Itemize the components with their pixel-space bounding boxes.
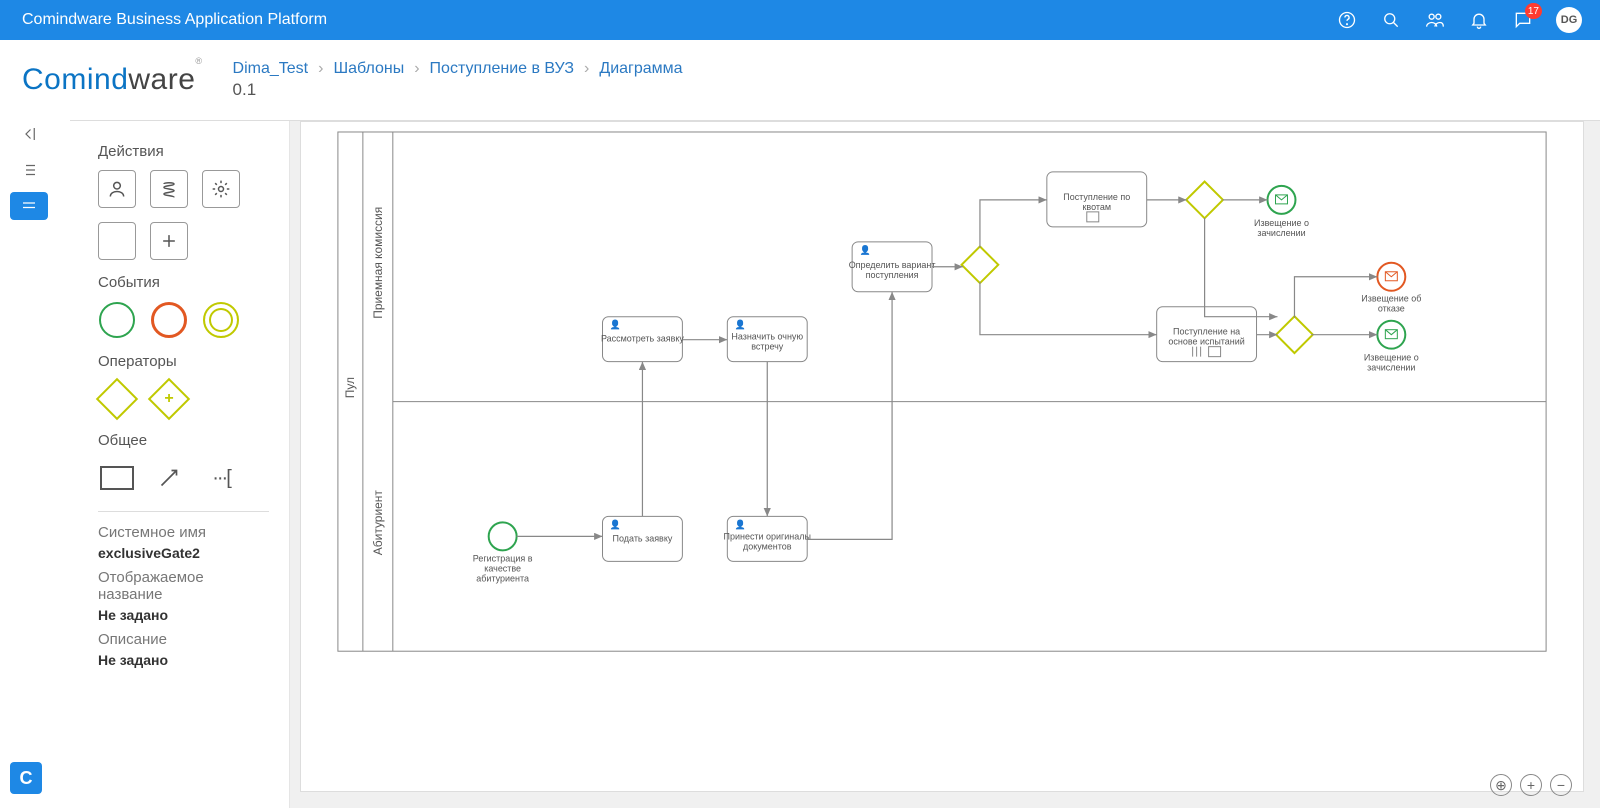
zoom-in-icon[interactable]: + — [1520, 774, 1542, 796]
workspace: Действия События Операторы + Общее ···[ — [70, 120, 1600, 808]
corner-logo-icon[interactable]: C — [10, 762, 42, 794]
palette-flow[interactable] — [150, 459, 188, 497]
messages-icon[interactable]: 17 — [1512, 9, 1534, 31]
crumb-3[interactable]: Поступление в ВУЗ — [430, 60, 574, 78]
left-rail — [10, 120, 48, 220]
svg-text:Поступление наоснове испытаний: Поступление наоснове испытаний — [1168, 327, 1244, 347]
notification-badge: 17 — [1525, 3, 1542, 19]
zoom-fit-icon[interactable]: ⊕ — [1490, 774, 1512, 796]
svg-text:Извещение озачислении: Извещение озачислении — [1254, 218, 1309, 238]
svg-text:👤: 👤 — [860, 244, 871, 255]
palette-exclusive-gateway[interactable] — [98, 380, 136, 418]
crumb-1[interactable]: Dima_Test — [233, 60, 309, 78]
prop-system-name-label: Системное имя — [98, 524, 269, 541]
rail-list-icon[interactable] — [10, 156, 48, 184]
svg-text:👤: 👤 — [735, 518, 746, 529]
pool-label: Пул — [343, 377, 357, 398]
svg-text:Рассмотреть заявку: Рассмотреть заявку — [601, 334, 684, 344]
palette-actions-label: Действия — [98, 143, 269, 160]
avatar[interactable]: DG — [1556, 7, 1582, 33]
palette-end-event[interactable] — [150, 301, 188, 339]
palette-start-event[interactable] — [98, 301, 136, 339]
lane2-label: Абитуриент — [371, 490, 385, 556]
palette-common-label: Общее — [98, 432, 269, 449]
page-subtitle: 0.1 — [233, 80, 683, 100]
logo: Comindware® — [22, 63, 203, 97]
crumb-4[interactable]: Диаграмма — [599, 60, 682, 78]
prop-description-value: Не задано — [98, 652, 269, 668]
rail-diagram-icon[interactable] — [10, 192, 48, 220]
people-icon[interactable] — [1424, 9, 1446, 31]
zoom-controls: ⊕ + − — [1490, 774, 1572, 796]
palette-service-task[interactable] — [202, 170, 240, 208]
crumb-2[interactable]: Шаблоны — [333, 60, 404, 78]
svg-text:Извещение оботказе: Извещение оботказе — [1361, 294, 1421, 314]
prop-description-label: Описание — [98, 631, 269, 648]
prop-display-name-label: Отображаемое название — [98, 569, 269, 603]
search-icon[interactable] — [1380, 9, 1402, 31]
breadcrumb: Dima_Test› Шаблоны› Поступление в ВУЗ› Д… — [233, 60, 683, 78]
help-icon[interactable] — [1336, 9, 1358, 31]
svg-text:Регистрация вкачествеабитуриен: Регистрация вкачествеабитуриента — [473, 553, 533, 583]
bell-icon[interactable] — [1468, 9, 1490, 31]
palette-add[interactable] — [150, 222, 188, 260]
palette-annotation[interactable]: ···[ — [202, 459, 240, 497]
svg-text:👤: 👤 — [610, 518, 621, 529]
diagram-canvas[interactable]: Пул Приемная комиссия Абитуриент Регистр… — [300, 121, 1584, 792]
topbar-icons: 17 DG — [1336, 7, 1582, 33]
zoom-out-icon[interactable]: − — [1550, 774, 1572, 796]
palette-subprocess[interactable] — [98, 222, 136, 260]
header-row: Comindware® Dima_Test› Шаблоны› Поступле… — [0, 40, 1600, 120]
palette-operators-label: Операторы — [98, 353, 269, 370]
palette-parallel-gateway[interactable]: + — [150, 380, 188, 418]
palette-panel: Действия События Операторы + Общее ···[ — [70, 121, 290, 808]
rail-collapse-icon[interactable] — [10, 120, 48, 148]
app-title: Comindware Business Application Platform — [22, 11, 1336, 29]
lane1-label: Приемная комиссия — [371, 207, 385, 319]
svg-text:Подать заявку: Подать заявку — [613, 533, 673, 543]
topbar: Comindware Business Application Platform… — [0, 0, 1600, 40]
palette-pool[interactable] — [98, 459, 136, 497]
prop-system-name-value: exclusiveGate2 — [98, 545, 269, 561]
palette-user-task[interactable] — [98, 170, 136, 208]
palette-timer-event[interactable] — [202, 301, 240, 339]
svg-text:Извещение озачислении: Извещение озачислении — [1364, 353, 1419, 373]
palette-events-label: События — [98, 274, 269, 291]
svg-text:👤: 👤 — [735, 319, 746, 330]
prop-display-name-value: Не задано — [98, 607, 269, 623]
palette-script-task[interactable] — [150, 170, 188, 208]
svg-text:👤: 👤 — [610, 319, 621, 330]
